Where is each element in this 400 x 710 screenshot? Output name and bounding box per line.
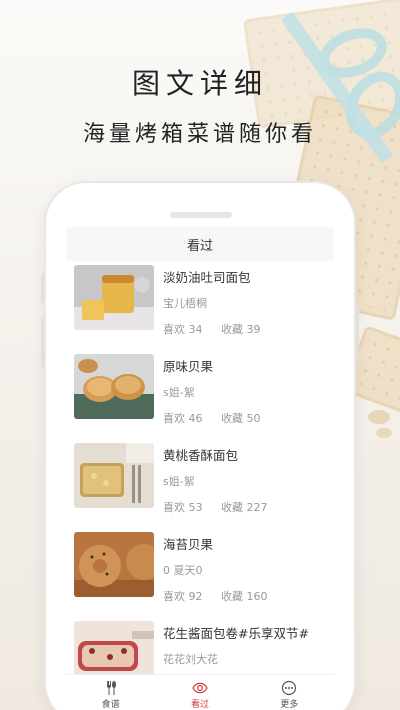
recipe-thumbnail	[74, 532, 154, 597]
nav-bar: 看过	[66, 227, 334, 261]
recipe-title: 淡奶油吐司面包	[163, 270, 251, 285]
recipe-thumbnail	[74, 354, 154, 419]
phone-speaker	[170, 212, 232, 218]
tab-bar: 食谱 看过 更多	[66, 674, 334, 710]
tab-label: 更多	[280, 700, 299, 710]
list-item[interactable]: 淡奶油吐司面包 宝儿梧桐 喜欢 34 收藏 39	[66, 265, 334, 354]
phone-frame: 看过 淡奶油吐司面包 宝儿梧桐 喜欢 34 收藏 39 原味贝果 s姐-絮 喜欢…	[41, 183, 359, 710]
recipe-author: 花花刘大花	[163, 653, 218, 666]
tab-recipes[interactable]: 食谱	[66, 675, 155, 710]
likes-count: 喜欢 46	[163, 412, 203, 425]
screen-title: 看过	[186, 238, 213, 254]
more-icon	[282, 680, 297, 696]
recipe-thumbnail	[74, 265, 154, 330]
recipe-author: 宝儿梧桐	[163, 297, 207, 310]
favorites-count: 收藏 39	[221, 323, 261, 336]
app-screen: 看过 淡奶油吐司面包 宝儿梧桐 喜欢 34 收藏 39 原味贝果 s姐-絮 喜欢…	[66, 227, 334, 710]
recipe-author: 0 夏天0	[163, 564, 203, 577]
utensils-icon	[106, 681, 116, 695]
promo-title: 图文详细	[131, 67, 268, 100]
favorites-count: 收藏 50	[221, 412, 261, 425]
likes-count: 喜欢 53	[163, 501, 203, 514]
list-item[interactable]: 黄桃香酥面包 s姐-絮 喜欢 53 收藏 227	[66, 443, 334, 532]
favorites-count: 收藏 227	[221, 501, 268, 514]
tab-label: 食谱	[101, 700, 120, 710]
recipe-title: 花生酱面包卷#乐享双节#	[163, 626, 309, 641]
list-item[interactable]: 原味贝果 s姐-絮 喜欢 46 收藏 50	[66, 354, 334, 443]
likes-count: 喜欢 92	[163, 590, 203, 603]
promo-subtitle: 海量烤箱菜谱随你看	[82, 122, 317, 147]
recipe-title: 原味贝果	[163, 359, 214, 374]
tab-label: 看过	[190, 700, 209, 710]
history-list: 淡奶油吐司面包 宝儿梧桐 喜欢 34 收藏 39 原味贝果 s姐-絮 喜欢 46…	[66, 265, 334, 710]
recipe-author: s姐-絮	[163, 475, 195, 488]
likes-count: 喜欢 34	[163, 323, 203, 336]
favorites-count: 收藏 160	[221, 590, 268, 603]
tab-history[interactable]: 看过	[155, 675, 244, 710]
recipe-thumbnail	[74, 443, 154, 508]
recipe-author: s姐-絮	[163, 386, 195, 399]
eye-icon	[192, 682, 208, 694]
recipe-title: 黄桃香酥面包	[163, 448, 239, 463]
list-item[interactable]: 海苔贝果 0 夏天0 喜欢 92 收藏 160	[66, 532, 334, 621]
recipe-title: 海苔贝果	[163, 537, 214, 552]
tab-more[interactable]: 更多	[245, 675, 334, 710]
